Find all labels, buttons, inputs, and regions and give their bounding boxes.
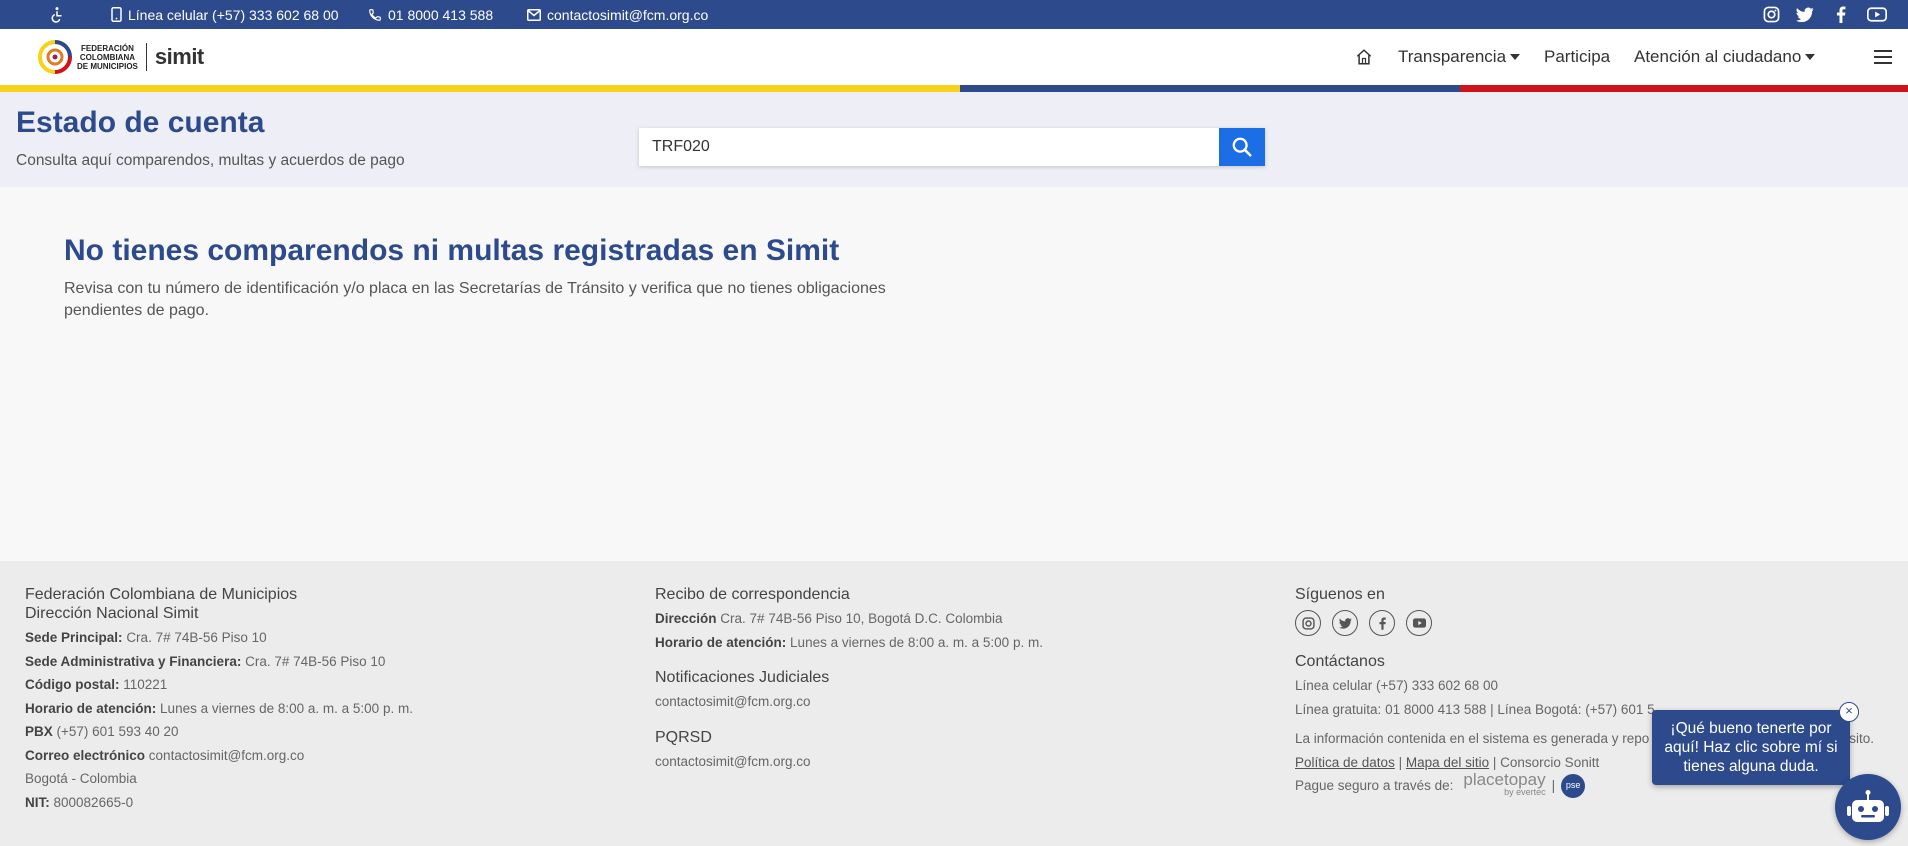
- facebook-link[interactable]: [1836, 0, 1846, 29]
- mobile-phone-icon: [111, 7, 122, 22]
- twitter-icon: [1796, 7, 1814, 22]
- twitter-link[interactable]: [1796, 0, 1814, 29]
- youtube-link[interactable]: [1867, 0, 1887, 29]
- email-text: contactosimit@fcm.org.co: [547, 6, 709, 23]
- chatbot-icon: [1847, 790, 1889, 822]
- footer-sede-administrativa: Sede Administrativa y Financiera: Cra. 7…: [25, 653, 386, 669]
- footer-facebook-link[interactable]: [1369, 610, 1395, 636]
- hamburger-menu-button[interactable]: [1874, 29, 1892, 85]
- stripe-blue: [960, 85, 1460, 92]
- search-button[interactable]: [1219, 128, 1265, 166]
- search-icon: [1232, 137, 1252, 157]
- footer-sede-principal: Sede Principal: Cra. 7# 74B-56 Piso 10: [25, 630, 267, 645]
- mobile-phone-link[interactable]: Línea celular (+57) 333 602 68 00: [111, 0, 339, 29]
- mapa-sitio-link[interactable]: Mapa del sitio: [1406, 755, 1489, 770]
- envelope-icon: [527, 8, 541, 21]
- youtube-icon: [1867, 7, 1887, 22]
- footer-col-fcm: Federación Colombiana de Municipios Dire…: [25, 585, 413, 814]
- email-link[interactable]: contactosimit@fcm.org.co: [527, 0, 708, 29]
- footer-youtube-link[interactable]: [1406, 610, 1432, 636]
- footer-pqrsd-heading: PQRSD: [655, 728, 712, 746]
- instagram-icon: [1763, 6, 1780, 23]
- footer-instagram-link[interactable]: [1295, 610, 1321, 636]
- footer-correo: Correo electrónico contactosimit@fcm.org…: [25, 747, 305, 763]
- chatbot-launcher-button[interactable]: [1835, 774, 1901, 840]
- logo-divider: [145, 43, 147, 71]
- footer-nit: NIT: 800082665-0: [25, 794, 134, 810]
- chatbot-close-button[interactable]: ×: [1839, 702, 1859, 722]
- nav-participa-label: Participa: [1544, 47, 1611, 66]
- footer-notificaciones-heading: Notificaciones Judiciales: [655, 669, 830, 686]
- youtube-icon: [1412, 618, 1426, 628]
- fcm-logo-text: FEDERACIÓN COLOMBIANA DE MUNICIPIOS: [77, 43, 138, 71]
- footer-col-correspondencia: Recibo de correspondencia Dirección Cra.…: [655, 585, 1043, 773]
- chevron-down-icon: [1510, 54, 1521, 60]
- footer-ciudad: Bogotá - Colombia: [25, 771, 137, 786]
- nav-home[interactable]: [1355, 29, 1373, 85]
- instagram-icon: [1301, 616, 1315, 630]
- footer-org-division: Dirección Nacional Simit: [25, 605, 199, 622]
- consorcio-text: Consorcio Sonitt: [1500, 754, 1600, 770]
- simit-logo-text: simit: [154, 44, 204, 69]
- page-subtitle: Consulta aquí comparendos, multas y acue…: [16, 152, 405, 169]
- footer-linea-celular: Línea celular (+57) 333 602 68 00: [1295, 678, 1499, 693]
- fcm-logo-emblem: [38, 40, 72, 74]
- placetopay-logo: placetopay by evertec: [1463, 769, 1546, 797]
- footer-correspondencia-heading: Recibo de correspondencia: [655, 586, 850, 603]
- nav-atencion-ciudadano[interactable]: Atención al ciudadano: [1634, 29, 1816, 85]
- footer-codigo-postal: Código postal: 110221: [25, 677, 168, 692]
- footer-pbx: PBX (+57) 601 593 40 20: [25, 724, 179, 739]
- phone-icon: [369, 8, 381, 21]
- no-fines-title: No tienes comparendos ni multas registra…: [64, 234, 840, 267]
- footer-pqrsd-email[interactable]: contactosimit@fcm.org.co: [655, 750, 1043, 774]
- search-bar: [639, 128, 1265, 166]
- footer-siguenos-heading: Síguenos en: [1295, 586, 1385, 603]
- twitter-icon: [1338, 617, 1352, 629]
- nav-transparencia-label: Transparencia: [1398, 47, 1507, 66]
- politica-datos-link[interactable]: Política de datos: [1295, 755, 1395, 770]
- mobile-phone-text: Línea celular (+57) 333 602 68 00: [128, 6, 339, 23]
- footer-contactanos-heading: Contáctanos: [1295, 653, 1385, 670]
- footer: Federación Colombiana de Municipios Dire…: [0, 561, 1908, 846]
- top-contact-bar: Línea celular (+57) 333 602 68 00 01 800…: [0, 0, 1908, 29]
- toll-free-phone-text: 01 8000 413 588: [388, 6, 494, 23]
- footer-org-name: Federación Colombiana de Municipios: [25, 586, 298, 603]
- nav-participa[interactable]: Participa: [1544, 29, 1610, 85]
- footer-social-links: [1295, 610, 1874, 636]
- footer-notificaciones-email[interactable]: contactosimit@fcm.org.co: [655, 690, 1043, 714]
- main-header: FEDERACIÓN COLOMBIANA DE MUNICIPIOS simi…: [0, 29, 1908, 85]
- pse-logo: pse: [1561, 773, 1586, 798]
- footer-twitter-link[interactable]: [1332, 610, 1358, 636]
- footer-horario: Horario de atención: Lunes a viernes de …: [25, 700, 413, 716]
- account-status-banner: Estado de cuenta Consulta aquí comparend…: [0, 92, 1908, 187]
- accessibility-button[interactable]: [48, 0, 66, 29]
- toll-free-phone-link[interactable]: 01 8000 413 588: [368, 0, 493, 29]
- stripe-red: [1460, 85, 1908, 92]
- footer-direccion: Dirección Cra. 7# 74B-56 Piso 10, Bogotá…: [655, 611, 1003, 626]
- hamburger-menu-icon: [1874, 50, 1892, 64]
- page-title: Estado de cuenta: [16, 106, 265, 139]
- chatbot-greeting-bubble[interactable]: ¡Qué bueno tenerte por aquí! Haz clic so…: [1652, 710, 1850, 785]
- pague-seguro-text: Pague seguro a través de:: [1295, 778, 1454, 793]
- wheelchair-icon: [51, 6, 62, 23]
- facebook-icon: [1378, 617, 1386, 630]
- facebook-icon: [1836, 6, 1846, 23]
- chevron-down-icon: [1805, 54, 1816, 60]
- footer-horario-correspondencia: Horario de atención: Lunes a viernes de …: [655, 634, 1043, 650]
- search-input[interactable]: [639, 128, 1219, 166]
- fcm-simit-logo[interactable]: FEDERACIÓN COLOMBIANA DE MUNICIPIOS simi…: [38, 36, 204, 78]
- no-fines-description: Revisa con tu número de identificación y…: [64, 280, 886, 319]
- home-icon: [1356, 49, 1372, 65]
- nav-transparencia[interactable]: Transparencia: [1398, 29, 1521, 85]
- nav-atencion-label: Atención al ciudadano: [1634, 47, 1802, 66]
- instagram-link[interactable]: [1763, 0, 1780, 29]
- stripe-yellow: [0, 85, 960, 92]
